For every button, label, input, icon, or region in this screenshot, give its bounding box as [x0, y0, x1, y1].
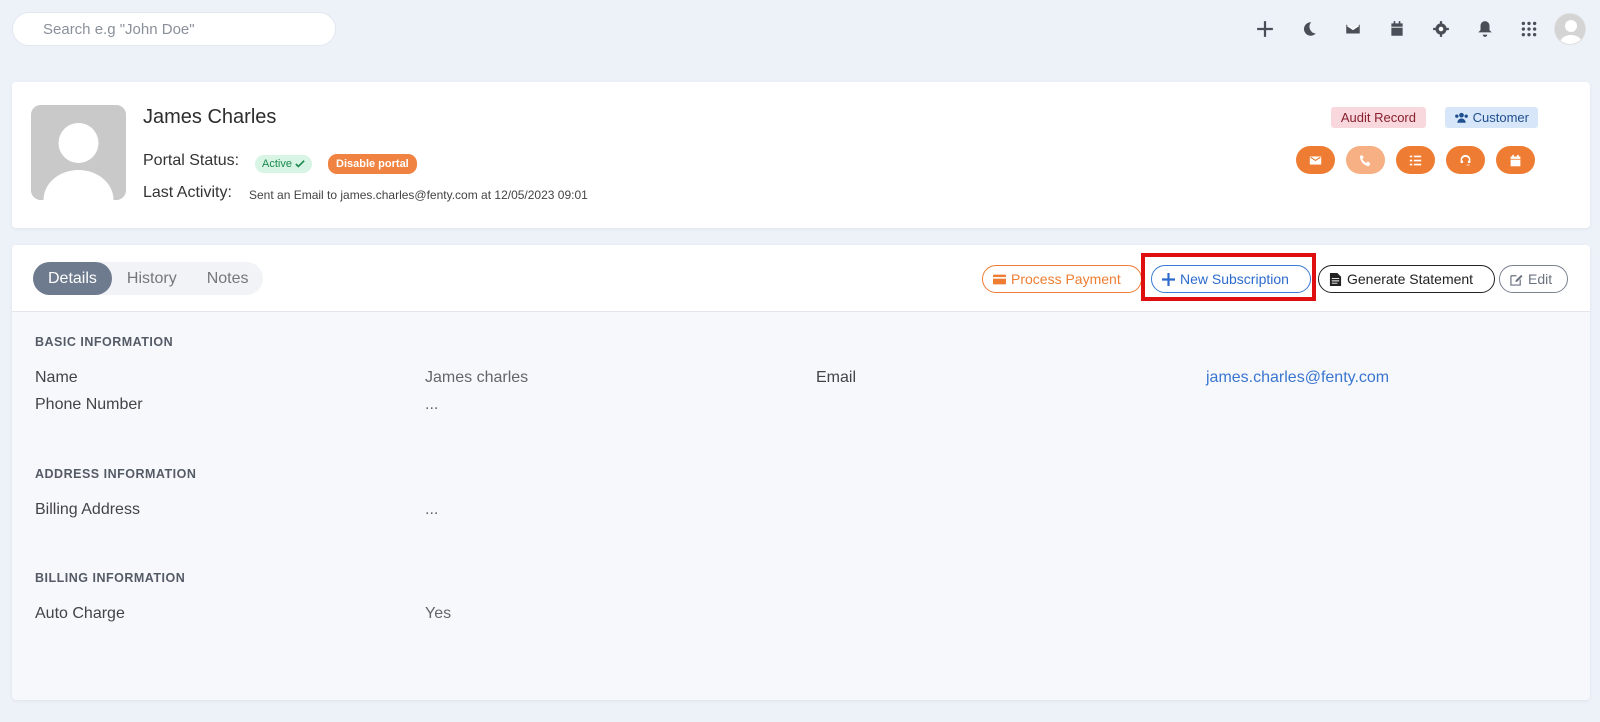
phone-value: ... — [425, 396, 439, 413]
bell-icon[interactable] — [1474, 18, 1496, 40]
profile-card: James Charles Portal Status: Active Disa… — [12, 82, 1590, 228]
credit-card-icon — [993, 274, 1006, 284]
search-input[interactable]: Search e.g "John Doe" — [12, 12, 336, 46]
new-subscription-label: New Subscription — [1180, 271, 1289, 287]
user-avatar[interactable] — [1554, 13, 1586, 45]
check-icon — [295, 160, 305, 168]
name-value: James charles — [425, 369, 529, 386]
details-card: Details History Notes Process Payment Ne… — [12, 245, 1590, 700]
plus-icon[interactable] — [1254, 18, 1276, 40]
last-activity-label: Last Activity: — [143, 184, 232, 201]
billing-address-label: Billing Address — [35, 501, 140, 518]
top-toolbar — [1232, 10, 1586, 48]
auto-charge-value: Yes — [425, 605, 452, 622]
customer-badge-label: Customer — [1472, 110, 1529, 125]
mail-icon[interactable] — [1342, 18, 1364, 40]
calendar-icon[interactable] — [1496, 146, 1535, 174]
generate-statement-label: Generate Statement — [1347, 271, 1474, 287]
billing-information-heading: BILLING INFORMATION — [35, 571, 186, 585]
users-icon — [1454, 112, 1468, 123]
tab-notes[interactable]: Notes — [192, 262, 264, 295]
active-badge: Active — [255, 155, 312, 173]
phone-label: Phone Number — [35, 396, 143, 413]
plus-icon — [1162, 272, 1175, 286]
generate-statement-button[interactable]: Generate Statement — [1318, 265, 1495, 293]
last-activity-text: Sent an Email to james.charles@fenty.com… — [249, 188, 588, 202]
support-icon[interactable] — [1446, 146, 1485, 174]
name-label: Name — [35, 369, 78, 386]
quick-actions — [1296, 146, 1535, 174]
gear-icon[interactable] — [1430, 18, 1452, 40]
tab-bar: Details History Notes — [33, 262, 264, 295]
grid-icon[interactable] — [1518, 18, 1540, 40]
auto-charge-label: Auto Charge — [35, 605, 125, 622]
profile-avatar — [31, 105, 126, 200]
document-icon — [1329, 272, 1342, 286]
email-icon[interactable] — [1296, 146, 1335, 174]
edit-icon — [1510, 274, 1523, 286]
tab-history[interactable]: History — [112, 262, 192, 295]
customer-badge[interactable]: Customer — [1444, 107, 1538, 128]
profile-name: James Charles — [143, 106, 277, 128]
email-label: Email — [816, 369, 857, 386]
portal-status-label: Portal Status: — [143, 152, 240, 169]
disable-portal-button[interactable]: Disable portal — [328, 154, 417, 174]
new-subscription-button[interactable]: New Subscription — [1151, 265, 1311, 293]
calendar-icon[interactable] — [1386, 18, 1408, 40]
tab-details[interactable]: Details — [33, 262, 112, 295]
address-information-heading: ADDRESS INFORMATION — [35, 467, 197, 481]
process-payment-label: Process Payment — [1011, 271, 1121, 287]
basic-information-heading: BASIC INFORMATION — [35, 335, 174, 349]
moon-icon[interactable] — [1298, 18, 1320, 40]
active-badge-label: Active — [262, 158, 292, 170]
audit-record-badge[interactable]: Audit Record — [1330, 107, 1426, 128]
phone-icon[interactable] — [1346, 146, 1385, 174]
email-link[interactable]: james.charles@fenty.com — [1206, 369, 1389, 387]
edit-button[interactable]: Edit — [1499, 265, 1568, 293]
details-header: Details History Notes Process Payment Ne… — [12, 245, 1590, 312]
edit-label: Edit — [1528, 271, 1553, 287]
billing-address-value: ... — [425, 501, 439, 518]
tasks-icon[interactable] — [1396, 146, 1435, 174]
process-payment-button[interactable]: Process Payment — [982, 265, 1142, 293]
